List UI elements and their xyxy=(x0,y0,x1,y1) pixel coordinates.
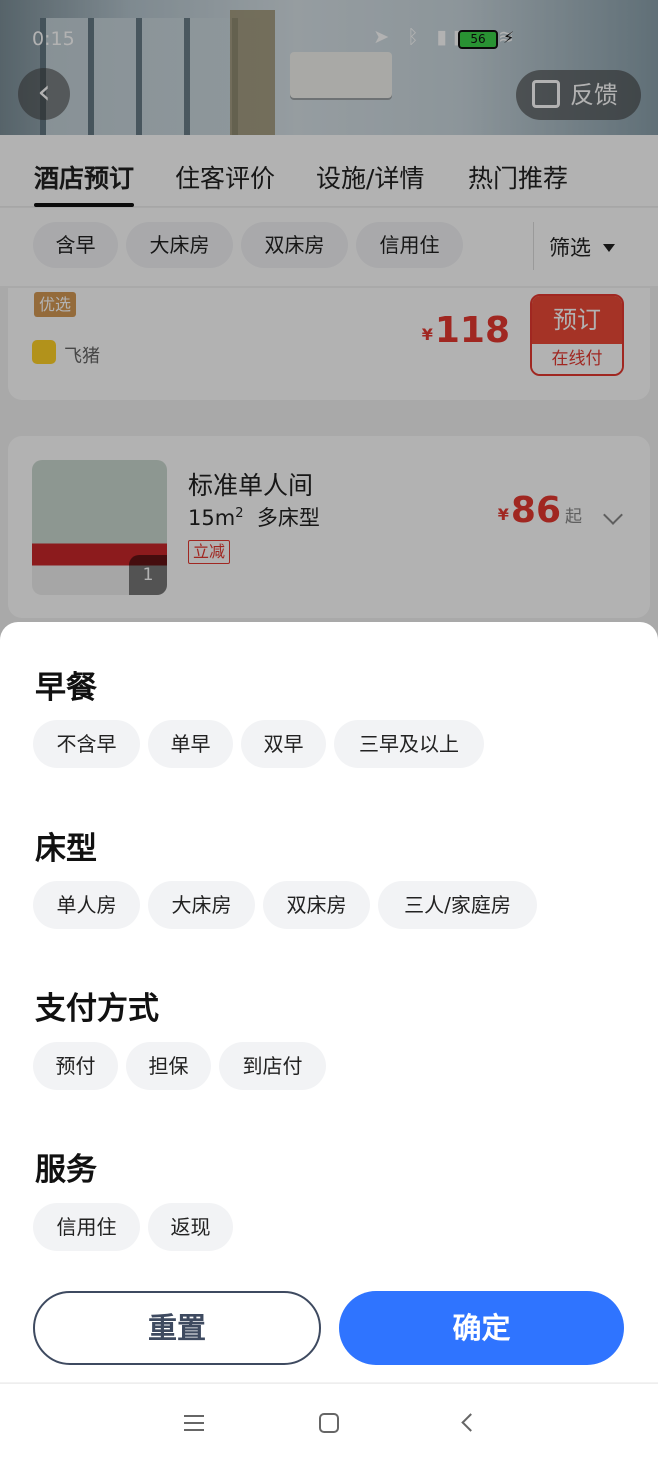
section-title-breakfast: 早餐 xyxy=(35,670,97,706)
filter-sheet: 早餐 不含早 单早 双早 三早及以上 床型 单人房 大床房 双床房 三人/家庭房… xyxy=(0,622,658,1382)
nav-menu-icon[interactable] xyxy=(184,1415,204,1431)
reset-button[interactable]: 重置 xyxy=(33,1291,321,1365)
nav-back-icon[interactable] xyxy=(461,1413,480,1432)
section-title-bed-type: 床型 xyxy=(35,831,97,867)
option-prepay[interactable]: 预付 xyxy=(33,1042,118,1090)
dim-overlay[interactable] xyxy=(0,0,658,640)
option-credit-stay[interactable]: 信用住 xyxy=(33,1203,140,1251)
option-no-breakfast[interactable]: 不含早 xyxy=(33,720,140,768)
option-triple-breakfast[interactable]: 三早及以上 xyxy=(334,720,484,768)
option-family-room[interactable]: 三人/家庭房 xyxy=(378,881,537,929)
option-pay-at-hotel[interactable]: 到店付 xyxy=(219,1042,326,1090)
option-single-breakfast[interactable]: 单早 xyxy=(148,720,233,768)
nav-home-icon[interactable] xyxy=(319,1413,339,1433)
system-nav-bar xyxy=(0,1383,658,1462)
option-twin-room[interactable]: 双床房 xyxy=(263,881,370,929)
section-title-payment: 支付方式 xyxy=(35,991,159,1027)
option-single-room[interactable]: 单人房 xyxy=(33,881,140,929)
option-king-room[interactable]: 大床房 xyxy=(148,881,255,929)
option-double-breakfast[interactable]: 双早 xyxy=(241,720,326,768)
option-cashback[interactable]: 返现 xyxy=(148,1203,233,1251)
option-guarantee[interactable]: 担保 xyxy=(126,1042,211,1090)
section-title-services: 服务 xyxy=(35,1152,97,1188)
confirm-button[interactable]: 确定 xyxy=(339,1291,624,1365)
